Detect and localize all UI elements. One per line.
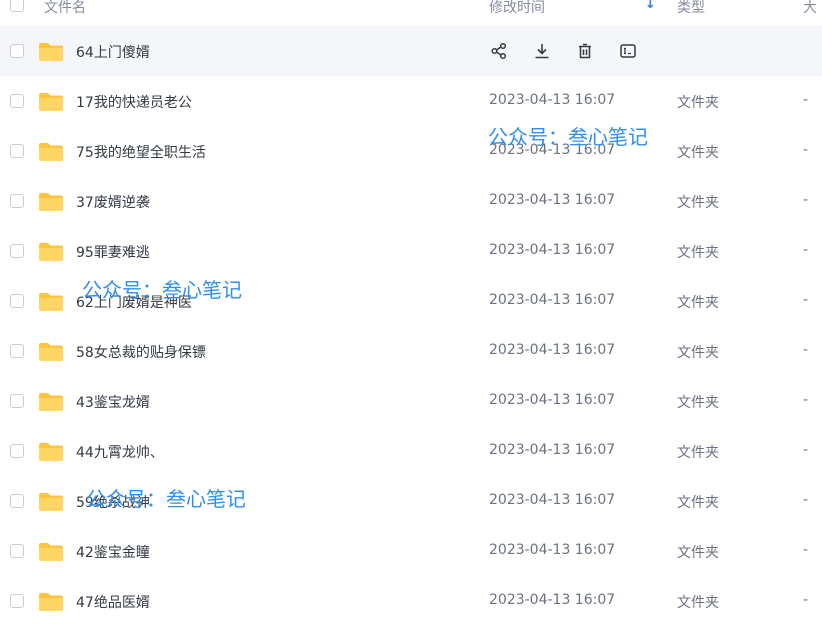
file-size: - <box>803 442 809 458</box>
file-size: - <box>803 92 809 108</box>
file-row[interactable]: 37废婿逆袭 2023-04-13 16:07 文件夹 - <box>0 176 822 226</box>
column-header-name[interactable]: 文件名 <box>44 0 86 17</box>
row-checkbox[interactable] <box>10 294 24 308</box>
file-row[interactable]: 43鉴宝龙婿 2023-04-13 16:07 文件夹 - <box>0 376 822 426</box>
rename-icon[interactable] <box>617 40 639 62</box>
modified-time: 2023-04-13 16:07 <box>489 342 616 358</box>
file-row[interactable]: 47绝品医婿 2023-04-13 16:07 文件夹 - <box>0 576 822 626</box>
column-header-size[interactable]: 大 <box>803 0 817 17</box>
file-size: - <box>803 292 809 308</box>
file-type: 文件夹 <box>677 145 719 161</box>
file-size: - <box>803 242 809 258</box>
modified-time: 2023-04-13 16:07 <box>489 292 616 308</box>
modified-time: 2023-04-13 16:07 <box>489 492 616 508</box>
file-type: 文件夹 <box>677 195 719 211</box>
folder-icon <box>38 442 64 462</box>
column-header-type[interactable]: 类型 <box>677 0 705 17</box>
folder-icon <box>38 392 64 412</box>
row-checkbox[interactable] <box>10 394 24 408</box>
file-size: - <box>803 542 809 558</box>
folder-icon <box>38 142 64 162</box>
folder-icon <box>38 492 64 512</box>
file-size: - <box>803 592 809 608</box>
file-list-header: 文件名 修改时间 ↓ 类型 大 <box>0 0 822 24</box>
row-checkbox[interactable] <box>10 544 24 558</box>
row-checkbox[interactable] <box>10 44 24 58</box>
modified-time: 2023-04-13 16:07 <box>489 192 616 208</box>
file-name[interactable]: 95罪妻难逃 <box>76 242 150 262</box>
file-type: 文件夹 <box>677 495 719 511</box>
file-name[interactable]: 43鉴宝龙婿 <box>76 392 150 412</box>
folder-icon <box>38 542 64 562</box>
row-checkbox[interactable] <box>10 244 24 258</box>
folder-icon <box>38 292 64 312</box>
folder-icon <box>38 242 64 262</box>
folder-icon <box>38 92 64 112</box>
folder-icon <box>38 192 64 212</box>
watermark: 公众号：叁心笔记 <box>82 278 242 302</box>
share-icon[interactable] <box>488 40 510 62</box>
watermark: 公众号：叁心笔记 <box>488 125 648 149</box>
file-row[interactable]: 42鉴宝金瞳 2023-04-13 16:07 文件夹 - <box>0 526 822 576</box>
file-size: - <box>803 342 809 358</box>
sort-descending-icon[interactable]: ↓ <box>645 0 656 12</box>
file-type: 文件夹 <box>677 245 719 261</box>
modified-time: 2023-04-13 16:07 <box>489 542 616 558</box>
file-type: 文件夹 <box>677 545 719 561</box>
file-name[interactable]: 37废婿逆袭 <box>76 192 150 212</box>
file-name[interactable]: 17我的快递员老公 <box>76 92 192 112</box>
watermark: 公众号：叁心笔记 <box>86 487 246 511</box>
file-name[interactable]: 44九霄龙帅、 <box>76 442 164 462</box>
file-type: 文件夹 <box>677 395 719 411</box>
delete-icon[interactable] <box>574 40 596 62</box>
file-name[interactable]: 47绝品医婿 <box>76 592 150 612</box>
file-type: 文件夹 <box>677 445 719 461</box>
file-type: 文件夹 <box>677 295 719 311</box>
file-type: 文件夹 <box>677 345 719 361</box>
row-actions <box>488 40 660 62</box>
file-row[interactable]: 44九霄龙帅、 2023-04-13 16:07 文件夹 - <box>0 426 822 476</box>
file-row[interactable]: 64上门傻婿 <box>0 26 822 76</box>
folder-icon <box>38 592 64 612</box>
file-row[interactable]: 17我的快递员老公 2023-04-13 16:07 文件夹 - <box>0 76 822 126</box>
row-checkbox[interactable] <box>10 144 24 158</box>
file-row[interactable]: 58女总裁的贴身保镖 2023-04-13 16:07 文件夹 - <box>0 326 822 376</box>
modified-time: 2023-04-13 16:07 <box>489 92 616 108</box>
file-name[interactable]: 75我的绝望全职生活 <box>76 142 206 162</box>
folder-icon <box>38 342 64 362</box>
file-row[interactable]: 75我的绝望全职生活 2023-04-13 16:07 文件夹 - <box>0 126 822 176</box>
column-header-modified-time[interactable]: 修改时间 <box>489 0 545 17</box>
file-size: - <box>803 492 809 508</box>
modified-time: 2023-04-13 16:07 <box>489 392 616 408</box>
file-type: 文件夹 <box>677 95 719 111</box>
file-row[interactable]: 95罪妻难逃 2023-04-13 16:07 文件夹 - <box>0 226 822 276</box>
download-icon[interactable] <box>531 40 553 62</box>
row-checkbox[interactable] <box>10 94 24 108</box>
row-checkbox[interactable] <box>10 494 24 508</box>
file-size: - <box>803 392 809 408</box>
modified-time: 2023-04-13 16:07 <box>489 592 616 608</box>
file-size: - <box>803 142 809 158</box>
row-checkbox[interactable] <box>10 344 24 358</box>
row-checkbox[interactable] <box>10 594 24 608</box>
file-size: - <box>803 192 809 208</box>
modified-time: 2023-04-13 16:07 <box>489 442 616 458</box>
file-type: 文件夹 <box>677 595 719 611</box>
modified-time: 2023-04-13 16:07 <box>489 242 616 258</box>
file-name[interactable]: 58女总裁的贴身保镖 <box>76 342 206 362</box>
file-name[interactable]: 42鉴宝金瞳 <box>76 542 150 562</box>
folder-icon <box>38 42 64 62</box>
file-name[interactable]: 64上门傻婿 <box>76 42 150 62</box>
row-checkbox[interactable] <box>10 194 24 208</box>
row-checkbox[interactable] <box>10 444 24 458</box>
select-all-checkbox[interactable] <box>10 0 24 12</box>
